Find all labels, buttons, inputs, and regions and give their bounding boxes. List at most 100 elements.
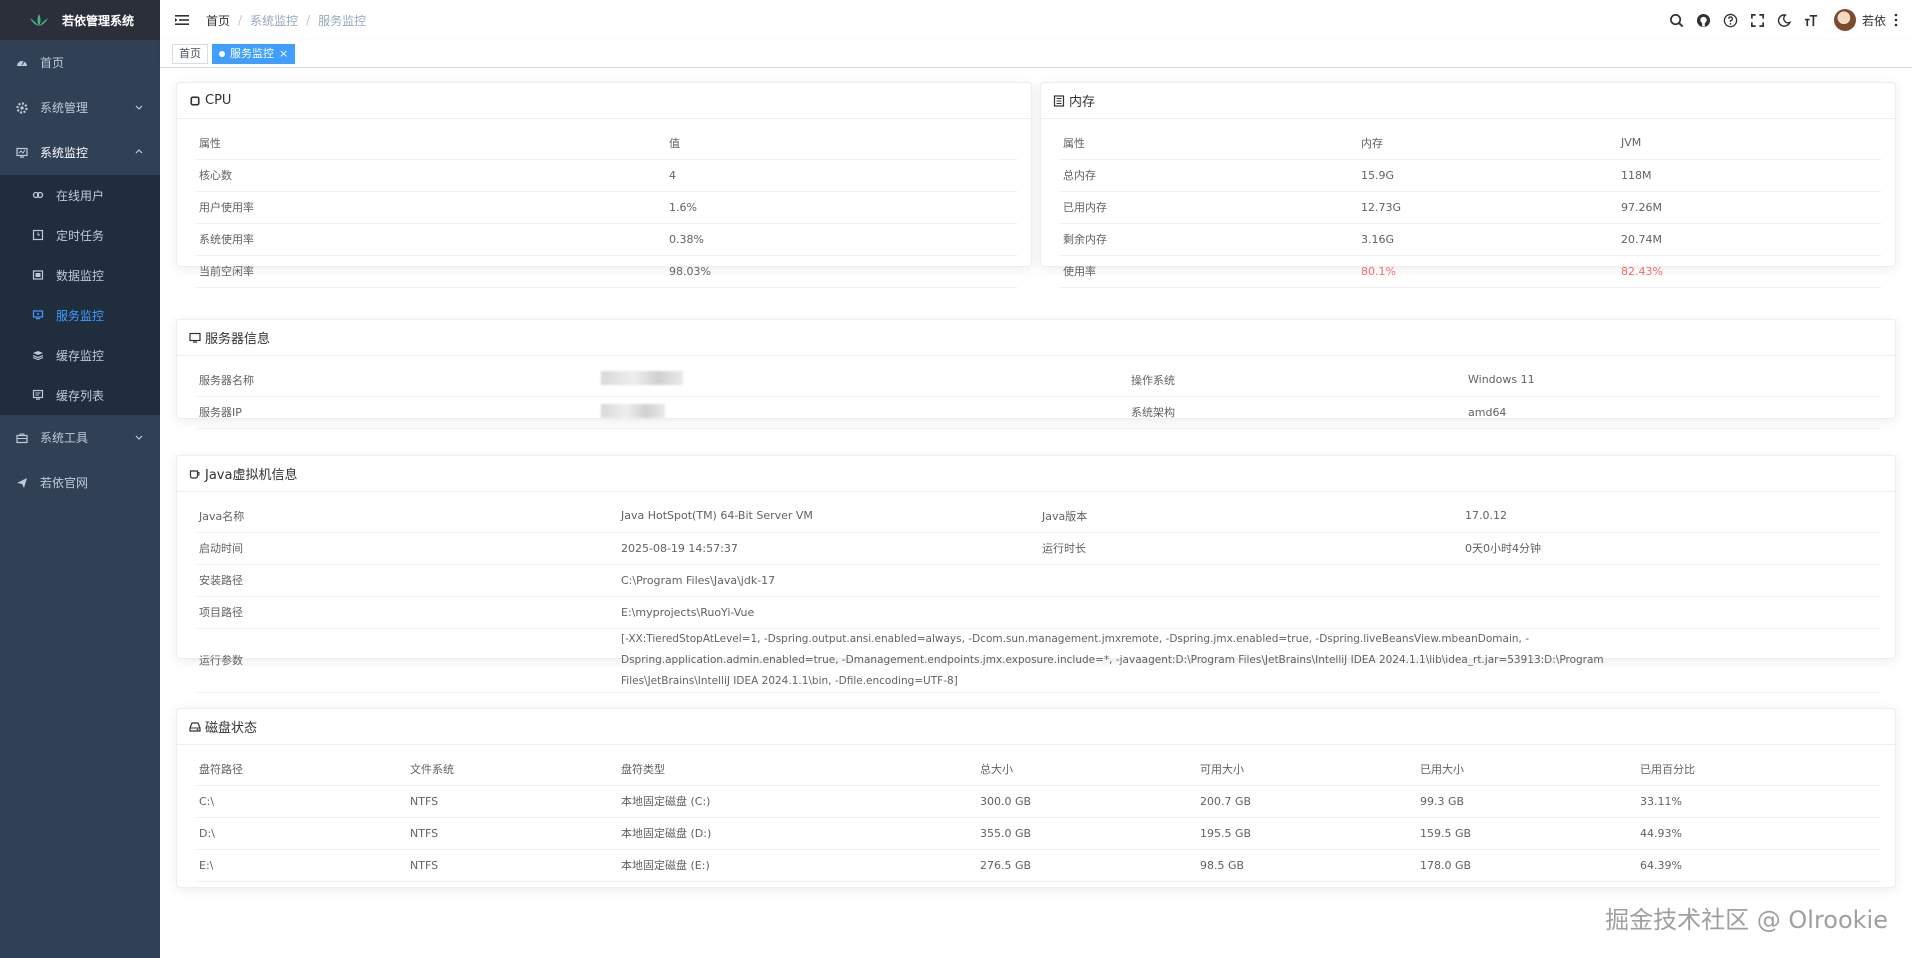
breadcrumb-home[interactable]: 首页 (206, 12, 230, 29)
sidebar-item-home[interactable]: 首页 (0, 40, 160, 85)
logo-icon (30, 14, 48, 26)
redacted-value (601, 371, 683, 386)
cell: 195.5 GB (1198, 817, 1418, 850)
breadcrumb-server: 服务监控 (318, 13, 367, 28)
sidebar-item-label: 定时任务 (56, 228, 105, 243)
memory-card: 内存 属性 内存 JVM 总内存 15.9G 118M 已用内存 12.73G 97.2… (1040, 82, 1896, 288)
cell: 本地固定磁盘 (E:) (619, 849, 978, 882)
github-icon[interactable] (1696, 12, 1712, 28)
cell: NTFS (408, 849, 619, 882)
jvm-card: Java虚拟机信息 Java名称 Java HotSpot(TM) 64-Bit… (176, 455, 1896, 693)
cell: 20.74M (1619, 223, 1881, 256)
column-header: 内存 (1359, 127, 1619, 160)
table-row: 项目路径 E:\myprojects\RuoYi-Vue (197, 596, 1881, 629)
cell: 剩余内存 (1061, 223, 1359, 256)
tag-home[interactable]: 首页 (172, 43, 208, 64)
table-row: 用户使用率 1.6% (197, 191, 1017, 224)
tags-view: 首页 服务监控 × (160, 40, 1912, 68)
table-row: 剩余内存 3.16G 20.74M (1061, 223, 1881, 256)
card-header: Java虚拟机信息 (177, 456, 1895, 492)
column-header: JVM (1619, 127, 1881, 160)
monitor-submenu: 在线用户 定时任务 数据监控 服务监控 缓存监控 缓存列表 (0, 175, 160, 415)
avatar[interactable] (1833, 9, 1856, 31)
sidebar-item-label: 数据监控 (56, 268, 105, 283)
sidebar-item-server[interactable]: 服务监控 (0, 295, 160, 335)
card-title: 内存 (1069, 95, 1096, 110)
sidebar-item-monitor[interactable]: 系统监控 (0, 130, 160, 175)
sidebar-item-jobs[interactable]: 定时任务 (0, 215, 160, 255)
cell: 15.9G (1359, 159, 1619, 192)
cell: 运行参数 (197, 628, 619, 693)
hamburger-icon[interactable] (174, 12, 190, 28)
breadcrumb-separator: / (238, 13, 243, 27)
cell: Windows 11 (1466, 364, 1881, 397)
cell: 80.1% (1359, 255, 1619, 288)
close-icon[interactable]: × (279, 45, 288, 63)
table-row: C:\ NTFS 本地固定磁盘 (C:) 300.0 GB 200.7 GB 99.3 G… (197, 785, 1881, 818)
sidebar-item-cache-list[interactable]: 缓存列表 (0, 375, 160, 415)
tag-server-monitor[interactable]: 服务监控 × (212, 43, 296, 64)
sidebar: 若依管理系统 首页 系统管理 系统监控 在线用户 定时任务 数据监控 服务监控 … (0, 0, 160, 958)
cell: 99.3 GB (1418, 785, 1638, 818)
cell: 118M (1619, 159, 1881, 192)
cell: 系统架构 (1129, 396, 1466, 429)
cell: C:\Program Files\Java\jdk-17 (619, 564, 1881, 597)
chevron-down-icon (135, 435, 143, 440)
sidebar-item-tools[interactable]: 系统工具 (0, 415, 160, 460)
help-icon[interactable] (1723, 12, 1739, 28)
redis-icon (32, 349, 44, 361)
logo[interactable]: 若依管理系统 (0, 0, 160, 40)
font-size-icon[interactable] (1804, 12, 1820, 28)
cell: NTFS (408, 785, 619, 818)
cell: Java名称 (197, 500, 619, 533)
cell: E:\ (197, 849, 408, 882)
cell: 0.38% (667, 223, 1017, 256)
cell: 总内存 (1061, 159, 1359, 192)
redis-list-icon (32, 389, 44, 401)
column-header: 可用大小 (1198, 753, 1418, 786)
sidebar-item-label: 首页 (40, 56, 65, 70)
table-row: 总内存 15.9G 118M (1061, 159, 1881, 192)
sidebar-item-label: 系统工具 (40, 431, 89, 445)
sidebar-item-online-users[interactable]: 在线用户 (0, 175, 160, 215)
username[interactable]: 若依 (1862, 12, 1886, 29)
sidebar-item-label: 缓存监控 (56, 348, 105, 363)
monitor-icon (189, 332, 201, 344)
cell: 使用率 (1061, 255, 1359, 288)
job-icon (32, 229, 44, 241)
cell: 1.6% (667, 191, 1017, 224)
cpu-card: CPU 属性 值 核心数 4 用户使用率 1.6% 系统使用率 0.38% 当前空闲率… (176, 82, 1032, 288)
more-vertical-icon[interactable] (1894, 13, 1898, 27)
sidebar-item-system[interactable]: 系统管理 (0, 85, 160, 130)
sidebar-item-cache[interactable]: 缓存监控 (0, 335, 160, 375)
cell: NTFS (408, 817, 619, 850)
druid-icon (32, 269, 44, 281)
chevron-up-icon (135, 149, 143, 154)
cell: Java版本 (1040, 500, 1463, 533)
search-icon[interactable] (1669, 12, 1685, 28)
app-title: 若依管理系统 (62, 13, 135, 28)
cell: 运行时长 (1040, 532, 1463, 565)
table-row: Java名称 Java HotSpot(TM) 64-Bit Server VM… (197, 500, 1881, 533)
cell: 服务器名称 (197, 364, 599, 397)
column-header: 属性 (1061, 127, 1359, 160)
tag-label: 首页 (179, 46, 201, 60)
sidebar-item-website[interactable]: 若依官网 (0, 460, 160, 505)
cell: C:\ (197, 785, 408, 818)
table-row: 系统使用率 0.38% (197, 223, 1017, 256)
column-header: 属性 (197, 127, 667, 160)
cell: 用户使用率 (197, 191, 667, 224)
cell: 276.5 GB (978, 849, 1198, 882)
sidebar-item-druid[interactable]: 数据监控 (0, 255, 160, 295)
cell: 64.39% (1638, 849, 1881, 882)
table-row: 使用率 80.1% 82.43% (1061, 255, 1881, 288)
table-header-row: 盘符路径 文件系统 盘符类型 总大小 可用大小 已用大小 已用百分比 (197, 753, 1881, 786)
card-title: 服务器信息 (205, 332, 271, 347)
cell: 178.0 GB (1418, 849, 1638, 882)
fullscreen-icon[interactable] (1750, 12, 1766, 28)
sidebar-item-label: 缓存列表 (56, 388, 105, 403)
redacted-value (601, 403, 665, 418)
column-header: 已用百分比 (1638, 753, 1881, 786)
moon-icon[interactable] (1777, 12, 1793, 28)
card-header: 磁盘状态 (177, 709, 1895, 745)
